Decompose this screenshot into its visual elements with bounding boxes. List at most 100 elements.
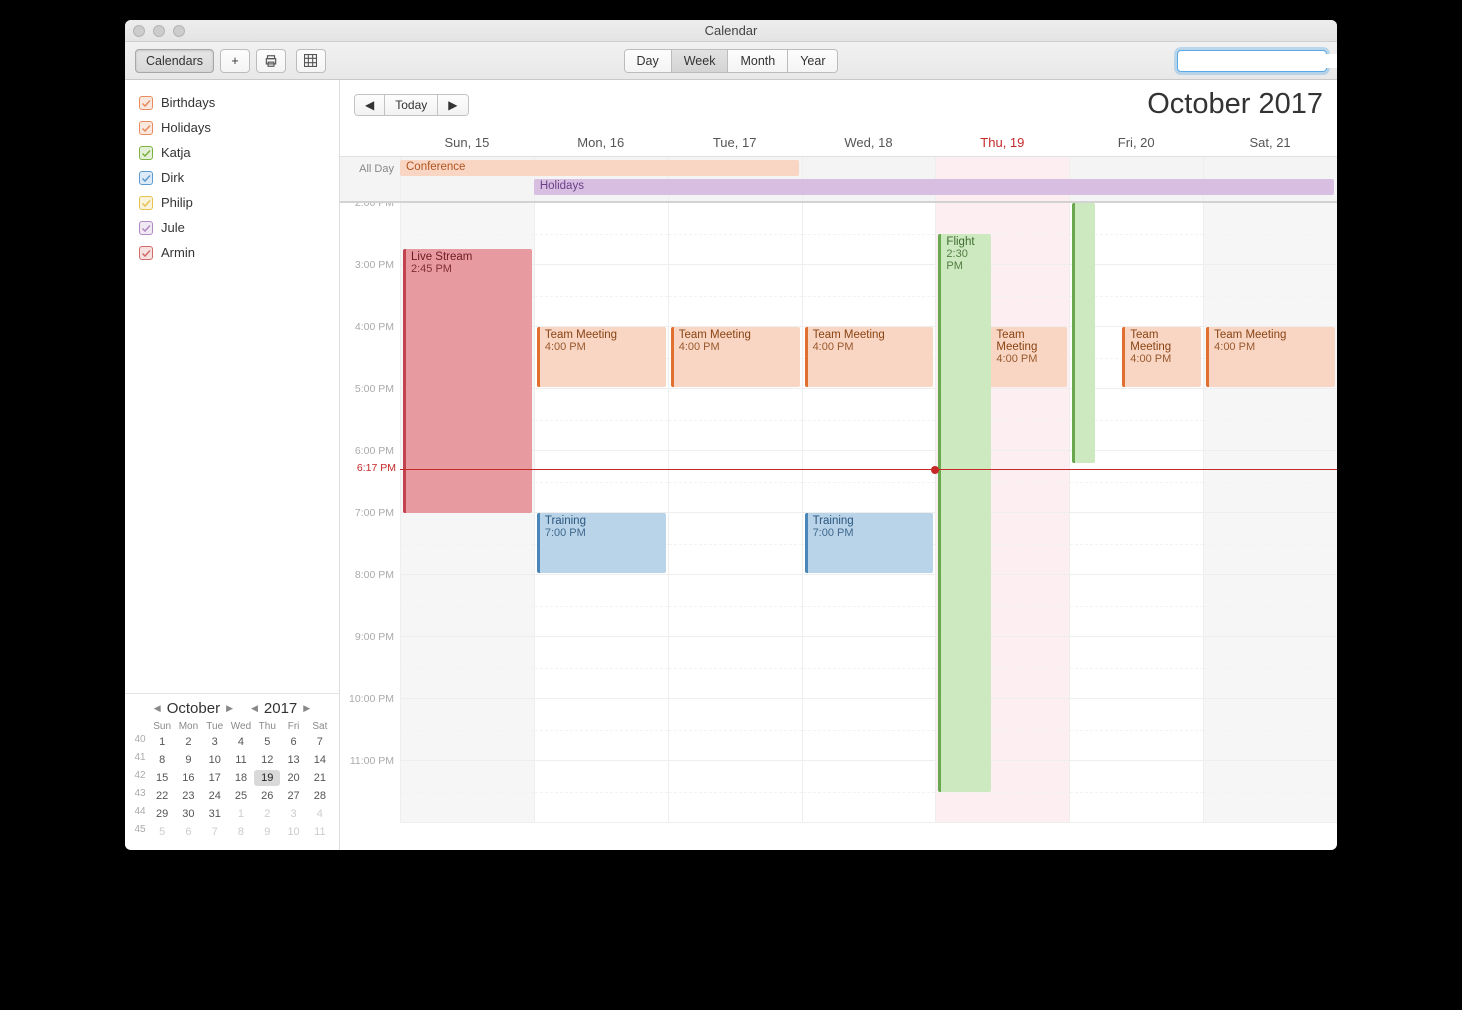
- calendar-event[interactable]: Team Meeting4:00 PM: [1206, 327, 1335, 387]
- calendar-checkbox[interactable]: [139, 96, 153, 110]
- view-week[interactable]: Week: [672, 50, 729, 72]
- calendar-event[interactable]: Team Meeting4:00 PM: [805, 327, 934, 387]
- calendar-name: Katja: [161, 145, 191, 160]
- today-button[interactable]: Today: [385, 95, 438, 115]
- calendar-item[interactable]: Dirk: [135, 165, 329, 190]
- search-input[interactable]: [1182, 54, 1337, 68]
- calendar-item[interactable]: Philip: [135, 190, 329, 215]
- availability-button[interactable]: [296, 49, 326, 73]
- mini-prev-year[interactable]: ◀: [251, 703, 258, 714]
- day-column[interactable]: Team Meeting4:00 PM: [1203, 203, 1337, 823]
- mini-day[interactable]: 10: [202, 752, 228, 768]
- mini-day[interactable]: 11: [228, 752, 254, 768]
- mini-next-year[interactable]: ▶: [303, 703, 310, 714]
- mini-day[interactable]: 9: [175, 752, 201, 768]
- view-month[interactable]: Month: [728, 50, 788, 72]
- mini-day[interactable]: 9: [254, 824, 280, 840]
- mini-day[interactable]: 22: [149, 788, 175, 804]
- allday-event[interactable]: Conference: [400, 160, 799, 176]
- mini-day[interactable]: 1: [149, 734, 175, 750]
- mini-day[interactable]: 20: [280, 770, 306, 786]
- day-column[interactable]: Team Meeting4:00 PM: [668, 203, 802, 823]
- mini-day[interactable]: 31: [202, 806, 228, 822]
- mini-day[interactable]: 19: [254, 770, 280, 786]
- view-day[interactable]: Day: [625, 50, 672, 72]
- calendar-event[interactable]: Live Stream2:45 PM: [403, 249, 532, 513]
- mini-day[interactable]: 16: [175, 770, 201, 786]
- calendar-event[interactable]: Team Meeting4:00 PM: [988, 327, 1067, 387]
- day-column[interactable]: Team Meeting4:00 PM Training7:00 PM: [802, 203, 936, 823]
- day-column[interactable]: Live Stream2:45 PM: [400, 203, 534, 823]
- minimize-icon[interactable]: [153, 25, 165, 37]
- mini-prev-month[interactable]: ◀: [154, 703, 161, 714]
- mini-day[interactable]: 18: [228, 770, 254, 786]
- mini-day[interactable]: 3: [202, 734, 228, 750]
- mini-day[interactable]: 15: [149, 770, 175, 786]
- mini-day[interactable]: 25: [228, 788, 254, 804]
- mini-day[interactable]: 26: [254, 788, 280, 804]
- mini-day[interactable]: 29: [149, 806, 175, 822]
- calendar-checkbox[interactable]: [139, 246, 153, 260]
- mini-day[interactable]: 8: [228, 824, 254, 840]
- calendar-event[interactable]: [1072, 203, 1095, 463]
- mini-day[interactable]: 28: [307, 788, 333, 804]
- mini-day[interactable]: 1: [228, 806, 254, 822]
- mini-day[interactable]: 5: [149, 824, 175, 840]
- mini-day[interactable]: 2: [254, 806, 280, 822]
- next-week[interactable]: ▶: [438, 95, 467, 115]
- mini-day[interactable]: 21: [307, 770, 333, 786]
- calendars-button[interactable]: Calendars: [135, 49, 214, 73]
- mini-day[interactable]: 4: [228, 734, 254, 750]
- calendar-checkbox[interactable]: [139, 171, 153, 185]
- mini-day[interactable]: 6: [280, 734, 306, 750]
- add-button[interactable]: +: [220, 49, 250, 73]
- zoom-icon[interactable]: [173, 25, 185, 37]
- day-column[interactable]: Team Meeting4:00 PM Training7:00 PM: [534, 203, 668, 823]
- calendar-event[interactable]: Training7:00 PM: [805, 513, 934, 573]
- mini-day[interactable]: 4: [307, 806, 333, 822]
- calendar-event[interactable]: Team Meeting4:00 PM: [1122, 327, 1201, 387]
- mini-day[interactable]: 3: [280, 806, 306, 822]
- view-year[interactable]: Year: [788, 50, 837, 72]
- calendar-event[interactable]: Team Meeting4:00 PM: [537, 327, 666, 387]
- calendar-checkbox[interactable]: [139, 221, 153, 235]
- calendar-checkbox[interactable]: [139, 146, 153, 160]
- mini-day[interactable]: 12: [254, 752, 280, 768]
- mini-day[interactable]: 17: [202, 770, 228, 786]
- calendar-checkbox[interactable]: [139, 196, 153, 210]
- mini-day[interactable]: 8: [149, 752, 175, 768]
- mini-next-month[interactable]: ▶: [226, 703, 233, 714]
- mini-day[interactable]: 7: [307, 734, 333, 750]
- mini-day[interactable]: 23: [175, 788, 201, 804]
- calendar-checkbox[interactable]: [139, 121, 153, 135]
- week-scroll[interactable]: 2:00 PM3:00 PM4:00 PM5:00 PM6:00 PM7:00 …: [340, 203, 1337, 850]
- mini-day[interactable]: 7: [202, 824, 228, 840]
- calendar-event[interactable]: Flight2:30 PM: [938, 234, 991, 792]
- mini-day[interactable]: 2: [175, 734, 201, 750]
- mini-day[interactable]: 11: [307, 824, 333, 840]
- allday-event[interactable]: Holidays: [534, 179, 1334, 195]
- day-column[interactable]: Team Meeting4:00 PMFlight2:30 PM: [935, 203, 1069, 823]
- mini-day[interactable]: 30: [175, 806, 201, 822]
- event-time: 2:30 PM: [946, 248, 967, 272]
- calendar-item[interactable]: Jule: [135, 215, 329, 240]
- print-button[interactable]: [256, 49, 286, 73]
- mini-day[interactable]: 10: [280, 824, 306, 840]
- mini-day[interactable]: 24: [202, 788, 228, 804]
- mini-day[interactable]: 5: [254, 734, 280, 750]
- calendar-event[interactable]: Team Meeting4:00 PM: [671, 327, 800, 387]
- mini-day[interactable]: 6: [175, 824, 201, 840]
- mini-day[interactable]: 13: [280, 752, 306, 768]
- mini-day[interactable]: 14: [307, 752, 333, 768]
- calendar-item[interactable]: Armin: [135, 240, 329, 265]
- hour-label: 6:00 PM: [340, 445, 400, 507]
- mini-day[interactable]: 27: [280, 788, 306, 804]
- day-column[interactable]: Team Meeting4:00 PM: [1069, 203, 1203, 823]
- prev-week[interactable]: ◀: [355, 95, 385, 115]
- calendar-item[interactable]: Birthdays: [135, 90, 329, 115]
- close-icon[interactable]: [133, 25, 145, 37]
- calendar-item[interactable]: Holidays: [135, 115, 329, 140]
- search-field[interactable]: [1177, 50, 1327, 72]
- calendar-item[interactable]: Katja: [135, 140, 329, 165]
- calendar-event[interactable]: Training7:00 PM: [537, 513, 666, 573]
